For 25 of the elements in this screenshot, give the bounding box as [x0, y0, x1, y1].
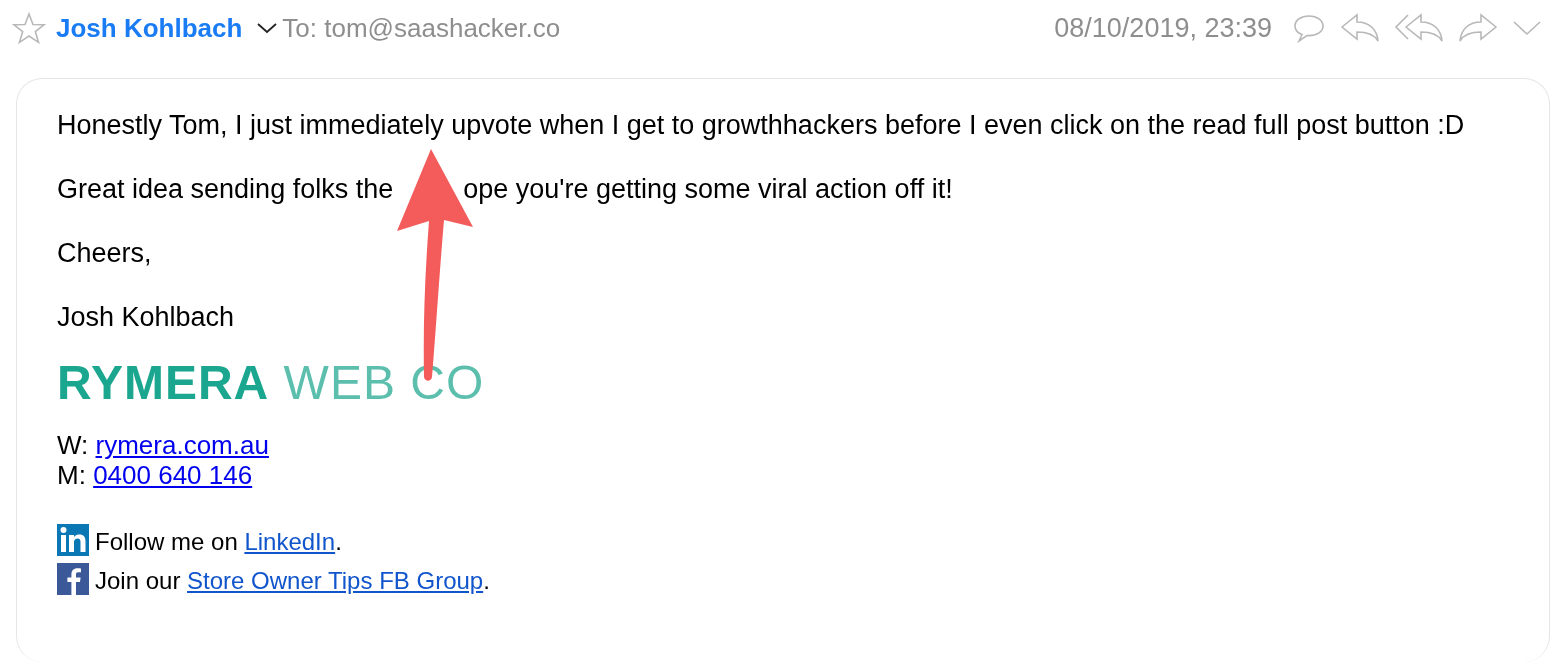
social-link[interactable]: LinkedIn: [244, 528, 336, 555]
linkedin-icon[interactable]: [57, 524, 89, 556]
message-text: Cheers,: [57, 238, 152, 268]
message-text: ope you're getting some viral action off it!: [463, 174, 953, 204]
contact-link[interactable]: 0400 640 146: [93, 460, 253, 490]
chevron-down-icon[interactable]: [256, 21, 279, 35]
speech-bubble-icon[interactable]: [1292, 13, 1326, 43]
company-logo: RYMERA WEB CO: [57, 355, 485, 410]
social-text: Join our Store Owner Tips FB Group.: [95, 567, 490, 595]
social-text: Follow me on LinkedIn.: [95, 528, 342, 556]
recipient-address: To: tom@saashacker.co: [282, 12, 561, 44]
social-link[interactable]: Store Owner Tips FB Group: [187, 567, 484, 594]
contact-label: W:: [57, 430, 89, 460]
message-date: 08/10/2019, 23:39: [1054, 12, 1272, 44]
reply-icon[interactable]: [1340, 13, 1380, 43]
contact-link[interactable]: rymera.com.au: [95, 430, 269, 460]
reply-all-icon[interactable]: [1394, 13, 1444, 43]
star-icon[interactable]: [12, 12, 46, 44]
message-text: Josh Kohlbach: [57, 302, 235, 332]
contact-label: M:: [57, 460, 86, 490]
message-text: Honestly Tom, I just immediately upvote when I get to growthhackers before I even click on the read full post button :D: [57, 110, 1465, 140]
facebook-icon[interactable]: [57, 563, 89, 595]
sender-name[interactable]: Josh Kohlbach: [56, 12, 243, 44]
forward-icon[interactable]: [1458, 13, 1498, 43]
message-text: Great idea sending folks the: [57, 174, 394, 204]
